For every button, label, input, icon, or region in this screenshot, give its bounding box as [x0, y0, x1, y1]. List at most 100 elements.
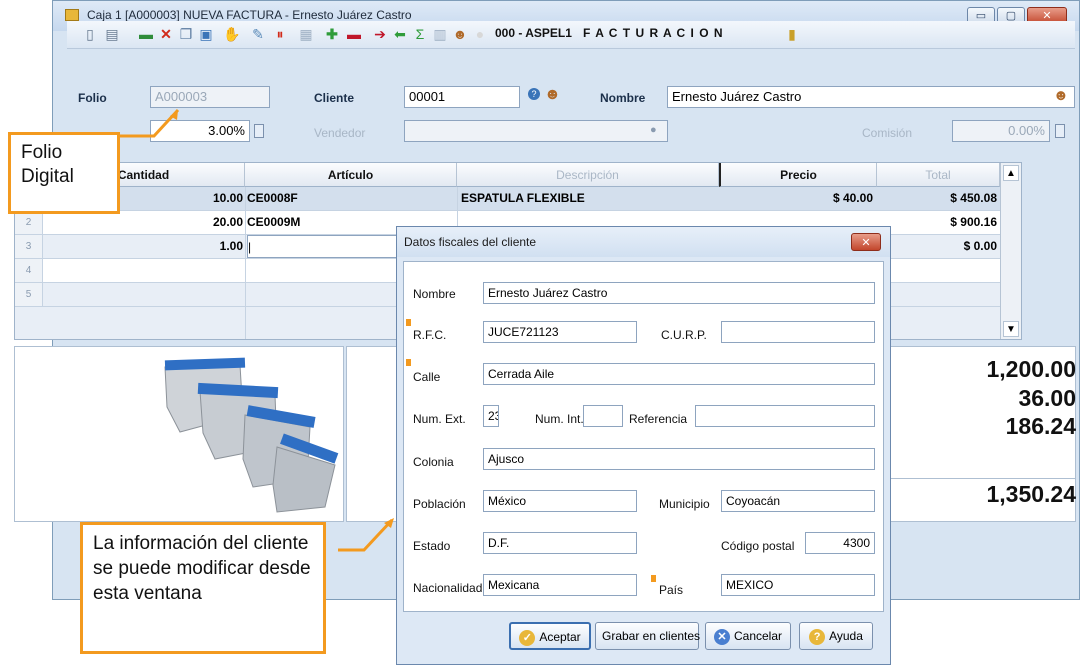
- arrow-left-icon[interactable]: ⬅: [391, 25, 409, 43]
- cash-icon[interactable]: ▬: [137, 25, 155, 43]
- vendedor-search-icon: ●: [650, 124, 657, 136]
- aceptar-button[interactable]: ✓ Aceptar: [509, 622, 591, 650]
- comision-field: 0.00%: [952, 120, 1050, 142]
- col-articulo[interactable]: Artículo: [245, 163, 457, 187]
- cell-precio[interactable]: $ 40.00: [721, 187, 873, 210]
- dlg-nombre-field[interactable]: Ernesto Juárez Castro: [483, 282, 875, 304]
- cell-cantidad[interactable]: 1.00: [43, 235, 243, 258]
- cancel-icon: ✕: [713, 628, 730, 645]
- estado-label: Estado: [413, 539, 451, 553]
- dlg-nombre-label: Nombre: [413, 287, 456, 301]
- calle-field[interactable]: Cerrada Aile: [483, 363, 875, 385]
- grabar-button[interactable]: Grabar en clientes: [595, 622, 700, 650]
- vendedor-label: Vendedor: [314, 126, 366, 140]
- add-client-icon[interactable]: ☻: [544, 86, 561, 104]
- arrow-right-icon[interactable]: ➔: [371, 25, 389, 43]
- folio-arrow: [120, 108, 180, 138]
- spatula-image: [164, 357, 339, 513]
- scroll-up-icon[interactable]: ▲: [1003, 165, 1019, 181]
- totals-divider: [890, 478, 1076, 479]
- numint-field[interactable]: [583, 405, 623, 427]
- col-precio[interactable]: Precio: [719, 163, 877, 187]
- remove-icon[interactable]: ▬: [345, 25, 363, 43]
- calculator-icon[interactable]: [254, 124, 264, 138]
- descuento-value: 36.00: [1018, 385, 1076, 411]
- nombre-field[interactable]: Ernesto Juárez Castro: [667, 86, 1075, 108]
- row-number: 4: [15, 259, 43, 282]
- poblacion-label: Población: [413, 497, 466, 511]
- image-icon[interactable]: ▣: [197, 25, 215, 43]
- numext-label: Num. Ext.: [413, 412, 466, 426]
- sigma-icon[interactable]: Σ: [411, 25, 429, 43]
- total-value: 1,350.24: [986, 481, 1076, 507]
- new-doc-icon[interactable]: ▯: [81, 25, 99, 43]
- cell-cantidad[interactable]: 20.00: [43, 211, 243, 234]
- folio-label: Folio: [78, 91, 107, 105]
- pais-label: País: [659, 583, 684, 597]
- bulb-icon[interactable]: ●: [471, 25, 489, 43]
- required-marker: [406, 359, 411, 366]
- help-icon[interactable]: ?: [528, 88, 540, 100]
- calculator-icon-2: [1055, 124, 1065, 138]
- colonia-label: Colonia: [413, 455, 454, 469]
- cell-descripcion[interactable]: ESPATULA FLEXIBLE: [461, 187, 711, 210]
- nacionalidad-field[interactable]: Mexicana: [483, 574, 637, 596]
- required-marker: [406, 319, 411, 326]
- ayuda-label: Ayuda: [829, 629, 863, 643]
- col-divider: [245, 187, 246, 339]
- estado-field[interactable]: D.F.: [483, 532, 637, 554]
- window-app-icon: [65, 9, 79, 21]
- cliente-field[interactable]: 00001: [404, 86, 520, 108]
- articulo-edit-field[interactable]: |: [247, 235, 407, 258]
- handshake-icon[interactable]: ✋: [223, 25, 241, 43]
- dialog-close-button[interactable]: ✕: [851, 233, 881, 251]
- aceptar-label: Aceptar: [539, 630, 581, 644]
- doc-icon[interactable]: ▤: [103, 25, 121, 43]
- client-search-icon[interactable]: ☻: [1053, 87, 1069, 104]
- add-icon[interactable]: ✚: [323, 25, 341, 43]
- copy-icon[interactable]: ❐: [177, 25, 195, 43]
- help-circle-icon: ?: [809, 628, 826, 645]
- curp-field[interactable]: [721, 321, 875, 343]
- chart-icon[interactable]: ▥: [431, 25, 449, 43]
- cliente-label: Cliente: [314, 91, 355, 105]
- pin-icon[interactable]: ✎: [249, 25, 267, 43]
- col-total[interactable]: Total: [877, 163, 1000, 187]
- dialog-title: Datos fiscales del cliente: [397, 227, 890, 257]
- module-name: F A C T U R A C I O N: [583, 26, 724, 40]
- table-row[interactable]: 1 10.00 CE0008F ESPATULA FLEXIBLE $ 40.0…: [15, 187, 1000, 211]
- cancelar-button[interactable]: ✕ Cancelar: [705, 622, 791, 650]
- row-number: 3: [15, 235, 43, 258]
- nombre-label: Nombre: [600, 91, 646, 105]
- window-title: Caja 1 [A000003] NUEVA FACTURA - Ernesto…: [87, 8, 412, 22]
- colonia-field[interactable]: Ajusco: [483, 448, 875, 470]
- row-number: 2: [15, 211, 43, 234]
- scroll-down-icon[interactable]: ▼: [1003, 321, 1019, 337]
- grid-icon[interactable]: ▦: [297, 25, 315, 43]
- company-code: 000 - ASPEL1: [495, 26, 572, 40]
- grid-scrollbar[interactable]: ▲ ▼: [1000, 163, 1021, 339]
- folio-field: A000003: [150, 86, 270, 108]
- stop-icon[interactable]: ⏸: [271, 25, 289, 43]
- delete-icon[interactable]: ✕: [157, 25, 175, 43]
- product-image: [14, 346, 344, 522]
- exit-icon[interactable]: ▮: [783, 25, 801, 43]
- rfc-label: R.F.C.: [413, 328, 447, 342]
- check-icon: ✓: [519, 629, 536, 646]
- ayuda-button[interactable]: ? Ayuda: [799, 622, 873, 650]
- numext-field[interactable]: 23: [483, 405, 499, 427]
- comision-label: Comisión: [862, 126, 913, 140]
- rfc-field[interactable]: JUCE721123: [483, 321, 637, 343]
- pais-field[interactable]: MEXICO: [721, 574, 875, 596]
- municipio-field[interactable]: Coyoacán: [721, 490, 875, 512]
- nacionalidad-label: Nacionalidad: [413, 581, 483, 595]
- calle-label: Calle: [413, 370, 441, 384]
- user-icon[interactable]: ☻: [451, 25, 469, 43]
- cell-total: $ 900.16: [950, 215, 997, 229]
- cp-field[interactable]: 4300: [805, 532, 875, 554]
- poblacion-field[interactable]: México: [483, 490, 637, 512]
- referencia-field[interactable]: [695, 405, 875, 427]
- cell-articulo[interactable]: CE0008F: [247, 187, 447, 210]
- row-number: 5: [15, 283, 43, 306]
- col-descripcion[interactable]: Descripción: [457, 163, 719, 187]
